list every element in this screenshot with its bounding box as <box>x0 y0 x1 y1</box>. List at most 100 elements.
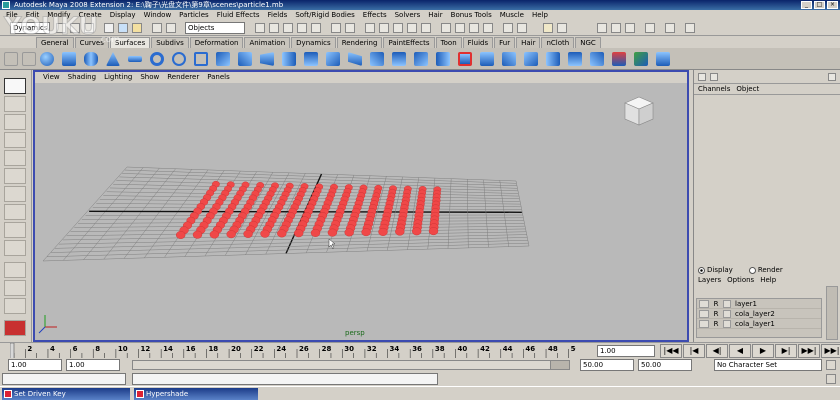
channel-box-layout-icon[interactable] <box>828 73 836 81</box>
rotate-tool-icon[interactable] <box>4 150 26 166</box>
layer-visibility-toggle[interactable] <box>699 309 709 318</box>
outliner-icon[interactable] <box>685 23 695 33</box>
lock-icon[interactable] <box>543 23 553 33</box>
time-slider[interactable]: 2 4 6 8 10 12 14 16 18 20 22 24 26 28 30 32 34 36 38 40 42 44… <box>0 342 840 359</box>
panel-menu-shading[interactable]: Shading <box>64 72 100 83</box>
render-current-icon[interactable] <box>455 23 465 33</box>
nurbs-cube-icon[interactable] <box>62 52 76 66</box>
tab-fluids[interactable]: Fluids <box>462 37 494 48</box>
mel-command-field[interactable] <box>2 373 126 385</box>
insert-isoparms-icon[interactable] <box>590 52 604 66</box>
menu-solvers[interactable]: Solvers <box>391 10 425 20</box>
tab-ngc[interactable]: NGC <box>575 37 601 48</box>
particle[interactable] <box>395 227 405 236</box>
layer-reference-flag[interactable]: R <box>709 310 723 318</box>
step-forward-frame-button[interactable]: ▶| <box>775 344 797 358</box>
menu-fields[interactable]: Fields <box>264 10 292 20</box>
nurbs-circle-icon[interactable] <box>172 52 186 66</box>
project-curve-icon[interactable] <box>436 52 450 66</box>
bevel-icon[interactable] <box>370 52 384 66</box>
square-surface-icon[interactable] <box>348 52 362 66</box>
tab-animation[interactable]: Animation <box>244 37 291 48</box>
particle-grid[interactable] <box>175 180 442 239</box>
camera-icon[interactable] <box>557 23 567 33</box>
layer-visibility-toggle[interactable] <box>699 319 709 328</box>
soft-modification-icon[interactable] <box>4 204 26 220</box>
script-editor-icon[interactable] <box>826 374 836 384</box>
open-close-surfaces-icon[interactable] <box>568 52 582 66</box>
tab-painteffects[interactable]: PaintEffects <box>383 37 435 48</box>
lock-selection-icon[interactable] <box>166 23 176 33</box>
particle[interactable] <box>226 230 236 239</box>
menu-fluid-effects[interactable]: Fluid Effects <box>213 10 264 20</box>
nurbs-sphere-icon[interactable] <box>40 52 54 66</box>
nurbs-square-icon[interactable] <box>194 52 208 66</box>
remove-icon[interactable] <box>379 23 389 33</box>
particle[interactable] <box>192 230 203 239</box>
four-view-layout-icon[interactable] <box>4 280 26 296</box>
render-mode-radio[interactable]: Render <box>748 266 783 274</box>
loft-icon[interactable] <box>238 52 252 66</box>
extrude-icon[interactable] <box>282 52 296 66</box>
particle[interactable] <box>344 228 354 237</box>
detach-surfaces-icon[interactable] <box>524 52 538 66</box>
last-tool-icon[interactable] <box>4 240 26 256</box>
attach-surfaces-icon[interactable] <box>502 52 516 66</box>
particle[interactable] <box>277 229 287 238</box>
nurbs-torus-icon[interactable] <box>150 52 164 66</box>
make-live-icon[interactable] <box>311 23 321 33</box>
task-set-driven-key[interactable]: Set Driven Key <box>2 388 130 400</box>
selection-field[interactable]: Objects <box>185 22 245 34</box>
perspective-viewport[interactable]: View Shading Lighting Show Renderer Pane… <box>33 70 689 342</box>
extend-surfaces-icon[interactable] <box>612 52 626 66</box>
close-button[interactable]: × <box>827 1 838 9</box>
render-settings-icon[interactable] <box>483 23 493 33</box>
menu-soft-rigid-bodies[interactable]: Soft/Rigid Bodies <box>291 10 358 20</box>
channel-box-toggle-icon[interactable] <box>698 73 706 81</box>
menu-muscle[interactable]: Muscle <box>496 10 528 20</box>
range-bar[interactable] <box>132 360 570 370</box>
select-tool-icon[interactable] <box>4 78 26 94</box>
construction-history-icon[interactable] <box>393 23 403 33</box>
playback-end-field[interactable]: 50.00 <box>580 359 634 371</box>
maximize-button[interactable]: □ <box>814 1 825 9</box>
panel-menu-lighting[interactable]: Lighting <box>100 72 136 83</box>
range-handle[interactable] <box>133 361 551 369</box>
trim-tool-icon[interactable] <box>458 52 472 66</box>
step-forward-key-button[interactable]: ▶▶| <box>798 344 820 358</box>
panel-menu-show[interactable]: Show <box>136 72 163 83</box>
bevel-plus-icon[interactable] <box>392 52 406 66</box>
scale-tool-icon[interactable] <box>4 168 26 184</box>
tab-deformation[interactable]: Deformation <box>189 37 244 48</box>
move-tool-icon[interactable] <box>4 132 26 148</box>
layer-editor-toggle-icon[interactable] <box>710 73 718 81</box>
add-icon[interactable] <box>365 23 375 33</box>
tab-fur[interactable]: Fur <box>494 37 516 48</box>
paint-select-tool-icon[interactable] <box>4 114 26 130</box>
arrow-icon[interactable] <box>421 23 431 33</box>
layer-color-swatch[interactable] <box>723 299 731 308</box>
magnet-icon[interactable] <box>645 23 655 33</box>
layer-editor-scrollbar[interactable] <box>826 286 838 340</box>
menu-particles[interactable]: Particles <box>175 10 213 20</box>
play-forwards-button[interactable]: ▶ <box>752 344 774 358</box>
step-back-key-button[interactable]: |◀ <box>683 344 705 358</box>
layer-color-swatch[interactable] <box>723 309 731 318</box>
rebuild-surfaces-icon[interactable] <box>656 52 670 66</box>
tab-ncloth[interactable]: nCloth <box>541 37 575 48</box>
persp-outliner-layout-icon[interactable] <box>4 298 26 314</box>
plus-icon[interactable] <box>407 23 417 33</box>
show-manipulator-icon[interactable] <box>4 222 26 238</box>
attribute-editor-icon[interactable] <box>597 23 607 33</box>
revolve-icon[interactable] <box>216 52 230 66</box>
viewport-canvas[interactable]: persp <box>35 83 687 340</box>
menu-effects[interactable]: Effects <box>359 10 391 20</box>
single-perspective-layout-icon[interactable] <box>4 262 26 278</box>
untrim-icon[interactable] <box>480 52 494 66</box>
universal-manipulator-icon[interactable] <box>4 186 26 202</box>
shelf-menu-icon[interactable] <box>4 52 18 66</box>
particle[interactable] <box>209 230 220 239</box>
redo-icon[interactable] <box>503 23 513 33</box>
inputs-icon[interactable] <box>345 23 355 33</box>
snap-grid-icon[interactable] <box>255 23 265 33</box>
